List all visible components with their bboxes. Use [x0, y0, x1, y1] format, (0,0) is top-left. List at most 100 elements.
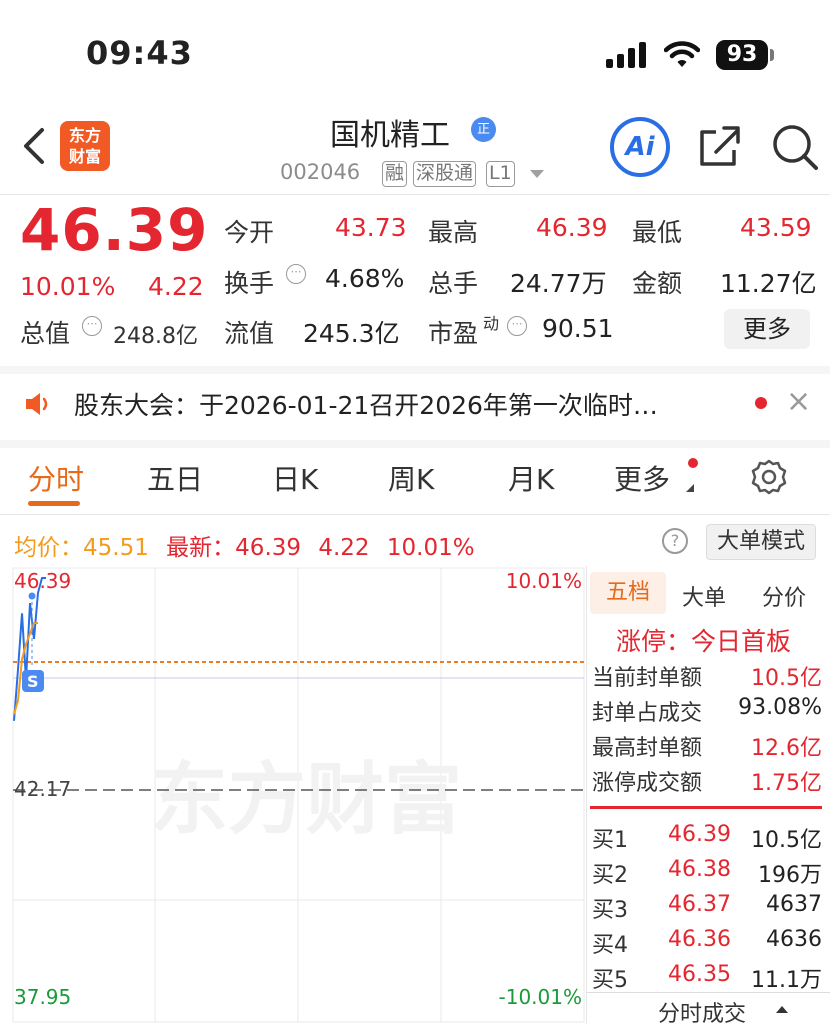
info-icon[interactable]: ⋯ [286, 264, 306, 284]
cellular-signal-icon [606, 42, 646, 68]
section-gap [0, 440, 830, 448]
battery-indicator: 93 [716, 40, 768, 70]
seal-amount-label: 当前封单额 [592, 666, 703, 691]
bid-volume: 11.1万 [751, 968, 822, 993]
seal-amount-value: 10.5亿 [751, 666, 822, 691]
notice-text[interactable]: 股东大会：于2026-01-21召开2026年第一次临时… [74, 386, 658, 422]
section-gap [0, 366, 830, 374]
open-label: 今开 [224, 218, 275, 247]
bid-label: 买1 [592, 828, 628, 853]
tag-margin[interactable]: 融 [382, 161, 408, 187]
bid-volume: 10.5亿 [751, 828, 822, 853]
latest-price: 46.39 [235, 535, 302, 561]
price-lines [13, 577, 46, 721]
change-amount: 4.22 [148, 272, 204, 301]
bid-price: 46.36 [668, 927, 731, 952]
chart-summary: 均价：45.51 最新：46.39 4.22 10.01% [14, 528, 475, 562]
low-value: 43.59 [740, 213, 812, 242]
caret-down-icon[interactable] [530, 170, 544, 178]
caret-up-icon[interactable] [776, 1006, 788, 1013]
active-tab-indicator [28, 501, 80, 506]
max-seal-label: 最高封单额 [592, 736, 703, 761]
float-label: 流值 [224, 319, 275, 348]
chart-bottom-pct: -10.01% [499, 985, 582, 1009]
tab-weekly-k[interactable]: 周K [388, 458, 434, 498]
volume-value: 24.77万 [510, 269, 607, 298]
stock-code: 002046 [280, 160, 361, 184]
avg-value: 45.51 [83, 535, 149, 561]
stock-name: 国机精工 [330, 118, 450, 153]
search-icon[interactable] [770, 122, 820, 172]
big-order-mode-button[interactable]: 大单模式 [706, 524, 816, 560]
tab-daily-k[interactable]: 日K [272, 458, 318, 498]
bid-volume: 4637 [766, 892, 822, 917]
trades-toggle[interactable]: 分时成交 [658, 996, 746, 1024]
tab-price-distribution[interactable]: 分价 [762, 580, 806, 612]
info-icon[interactable]: ⋯ [82, 316, 102, 336]
float-value: 245.3亿 [303, 319, 400, 348]
wifi-icon [664, 41, 700, 67]
bid-label: 买2 [592, 863, 628, 888]
more-quote-button[interactable]: 更多 [724, 309, 810, 349]
bid-label: 买5 [592, 968, 628, 993]
low-label: 最低 [632, 218, 683, 247]
tab-more[interactable]: 更多 [614, 458, 670, 498]
high-value: 46.39 [536, 213, 608, 242]
latest-change: 4.22 [318, 535, 370, 561]
tab-more-dot [688, 458, 698, 468]
logo-text-line2: 财富 [68, 147, 101, 166]
s-marker-label: S [27, 672, 39, 691]
chart-top-price: 46.39 [14, 569, 71, 593]
panel-divider [586, 566, 587, 1024]
bid-volume: 196万 [758, 863, 822, 888]
logo-text-line1: 东方 [68, 126, 101, 145]
zheng-badge: 正 [471, 117, 496, 142]
tab-five-day[interactable]: 五日 [147, 458, 203, 498]
back-arrow-icon[interactable] [18, 126, 48, 166]
limit-up-amount-value: 1.75亿 [751, 771, 822, 796]
turnover-label: 换手 [224, 269, 275, 298]
share-icon[interactable] [696, 122, 744, 170]
gear-icon[interactable] [750, 458, 788, 496]
seal-ratio-label: 封单占成交 [592, 701, 703, 726]
open-value: 43.73 [335, 213, 407, 242]
limit-up-status: 涨停：今日首板 [616, 627, 792, 656]
tag-level[interactable]: L1 [486, 161, 515, 187]
turnover-value: 4.68% [325, 264, 405, 293]
bid-price: 46.37 [668, 892, 731, 917]
chart-watermark: 东方财富 [150, 755, 462, 845]
status-time: 09:43 [86, 34, 193, 72]
divider [586, 992, 830, 993]
pe-value: 90.51 [542, 314, 614, 343]
high-label: 最高 [428, 218, 479, 247]
tab-five-levels[interactable]: 五档 [590, 572, 666, 614]
bid-label: 买3 [592, 898, 628, 923]
chart-bottom-price: 37.95 [14, 985, 71, 1009]
bid-price: 46.35 [668, 962, 731, 987]
mktcap-label: 总值 [20, 319, 71, 348]
tab-monthly-k[interactable]: 月K [508, 458, 554, 498]
help-icon[interactable]: ? [662, 528, 688, 554]
change-percent: 10.01% [20, 272, 116, 301]
tab-big-orders[interactable]: 大单 [682, 580, 726, 612]
chart-top-pct: 10.01% [506, 569, 582, 593]
eastmoney-logo[interactable]: 东方 财富 [60, 121, 110, 171]
intraday-chart[interactable]: 东方财富 46.39 10.01% 42.17 37.95 -10.01% S [0, 566, 586, 1024]
tab-intraday[interactable]: 分时 [28, 458, 84, 498]
mktcap-value: 248.8亿 [113, 324, 198, 349]
ai-assistant-button[interactable]: Ai [610, 117, 670, 177]
unread-dot [755, 397, 767, 409]
battery-tip [770, 49, 774, 61]
bid-volume: 4636 [766, 927, 822, 952]
speaker-icon [26, 393, 48, 415]
info-icon[interactable]: ⋯ [507, 316, 527, 336]
amount-label: 金额 [632, 269, 683, 298]
close-icon[interactable]: × [786, 384, 811, 419]
bid-ask-separator [590, 806, 822, 809]
tab-more-triangle [686, 484, 694, 492]
bid-price: 46.38 [668, 857, 731, 882]
tag-shenzhen-connect[interactable]: 深股通 [413, 161, 477, 187]
current-price: 46.39 [20, 196, 209, 264]
amount-value: 11.27亿 [720, 269, 817, 298]
pe-superscript: 动 [483, 314, 500, 333]
